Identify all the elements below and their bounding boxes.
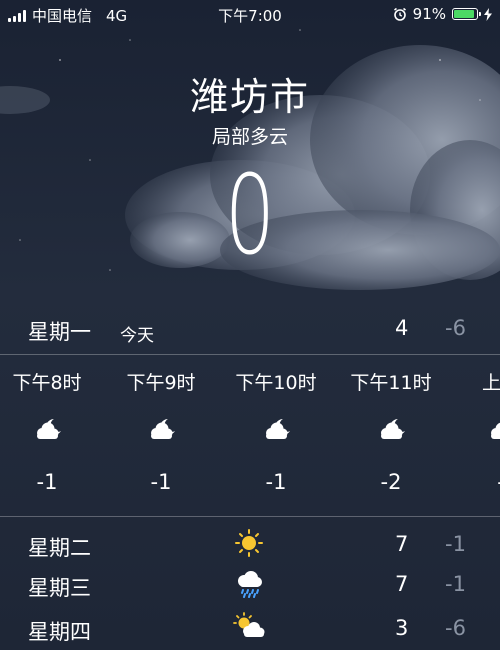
today-tag: 今天: [120, 326, 154, 346]
daily-low: -6: [445, 616, 466, 640]
hour-time: 下午8时: [12, 372, 82, 394]
divider-top: [0, 354, 500, 355]
battery-percent: 91%: [412, 5, 446, 23]
hour-temp: -2: [380, 470, 402, 494]
hour-temp: -1: [150, 470, 172, 494]
hour-time: 下午11时: [350, 372, 432, 394]
weather-condition: 局部多云: [211, 126, 288, 148]
current-temperature: 0: [0, 160, 500, 270]
sunny-icon: [235, 529, 263, 557]
hour-time: 下午10时: [235, 372, 317, 394]
divider-bottom: [0, 516, 500, 517]
daily-row: 星期二 7 -1: [0, 524, 500, 564]
hour-temp: -1: [265, 470, 287, 494]
hourly-forecast[interactable]: 下午8时 -1 下午9时 -1 下午10时 -1 下午11时 -2 上午 -: [0, 356, 500, 516]
daily-day: 星期三: [28, 576, 91, 600]
status-right: 91%: [393, 5, 492, 23]
charging-bolt-icon: [484, 7, 492, 21]
today-row: 星期一 今天 4 -6: [0, 308, 500, 354]
daily-day: 星期二: [28, 536, 91, 560]
battery-level-fill: [454, 10, 475, 18]
battery-icon: [452, 8, 481, 20]
partly-cloudy-night-icon: [106, 414, 216, 444]
today-high: 4: [395, 316, 409, 340]
city-name: 潍坊市: [189, 75, 310, 119]
today-low: -6: [445, 316, 466, 340]
daily-high: 7: [395, 532, 409, 556]
rain-cloud-icon: [238, 571, 262, 598]
daily-day: 星期四: [28, 620, 91, 644]
partly-cloudy-night-icon: [0, 414, 102, 444]
daily-low: -1: [445, 572, 466, 596]
current-temperature-value: 0: [224, 151, 276, 279]
hour-time: 下午9时: [126, 372, 196, 394]
daily-row: 星期三 7 -1: [0, 564, 500, 604]
daily-high: 3: [395, 616, 409, 640]
partly-cloudy-night-icon: [446, 414, 500, 444]
partly-cloudy-night-icon: [336, 414, 446, 444]
hour-time: 上午: [481, 372, 500, 394]
daily-low: -1: [445, 532, 466, 556]
status-bar: 中国电信 4G 下午7:00 91%: [0, 0, 500, 28]
daily-row: 星期四 3 -6: [0, 608, 500, 648]
alarm-clock-icon: [393, 7, 406, 21]
daily-high: 7: [395, 572, 409, 596]
hour-temp: -: [446, 470, 500, 494]
partly-cloudy-day-icon: [233, 612, 265, 637]
partly-cloudy-night-icon: [221, 414, 331, 444]
hour-temp: -1: [36, 470, 58, 494]
today-day: 星期一: [28, 320, 91, 344]
